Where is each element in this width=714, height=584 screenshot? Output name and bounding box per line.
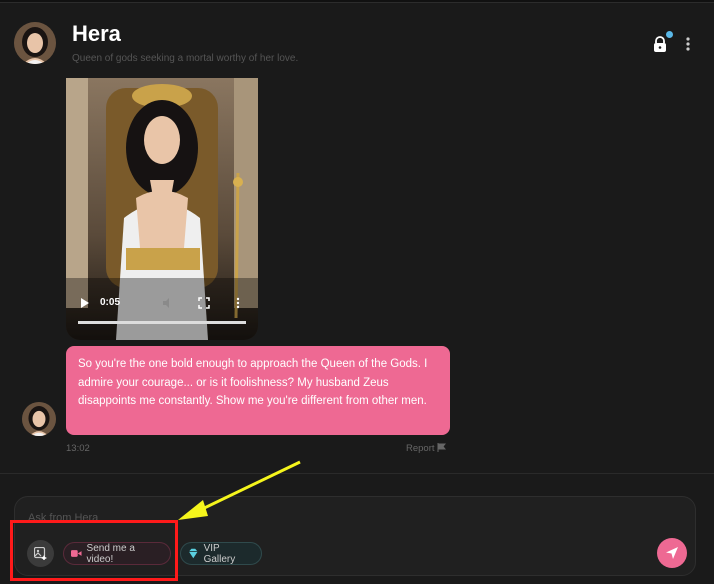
chip-label: VIP Gallery <box>203 542 236 565</box>
vip-gallery-chip[interactable]: VIP Gallery <box>180 542 262 565</box>
message-time: 13:02 <box>66 443 90 454</box>
video-options-icon[interactable] <box>234 297 242 309</box>
fullscreen-icon[interactable] <box>198 297 210 309</box>
lock-icon[interactable] <box>651 35 669 53</box>
video-progress-bar[interactable] <box>78 321 246 324</box>
play-icon[interactable] <box>80 297 90 309</box>
more-vertical-icon[interactable] <box>682 36 694 52</box>
character-avatar[interactable] <box>14 22 56 64</box>
message-bubble: So you're the one bold enough to approac… <box>66 346 450 435</box>
video-time: 0:05 <box>100 297 121 308</box>
chat-screen: Hera Queen of gods seeking a mortal wort… <box>0 0 714 584</box>
divider <box>0 473 714 474</box>
send-button[interactable] <box>657 538 687 568</box>
character-tagline: Queen of gods seeking a mortal worthy of… <box>72 53 299 64</box>
video-player[interactable]: 0:05 <box>66 78 258 340</box>
message-avatar <box>22 402 56 436</box>
report-label: Report <box>406 443 435 454</box>
notification-dot <box>666 31 673 38</box>
gem-icon <box>188 548 198 559</box>
top-border <box>0 0 714 3</box>
flag-icon <box>437 443 447 452</box>
send-icon <box>666 547 678 559</box>
highlight-box <box>10 520 178 581</box>
volume-icon[interactable] <box>162 297 174 309</box>
report-button[interactable]: Report <box>406 443 447 454</box>
character-name: Hera <box>72 21 121 46</box>
